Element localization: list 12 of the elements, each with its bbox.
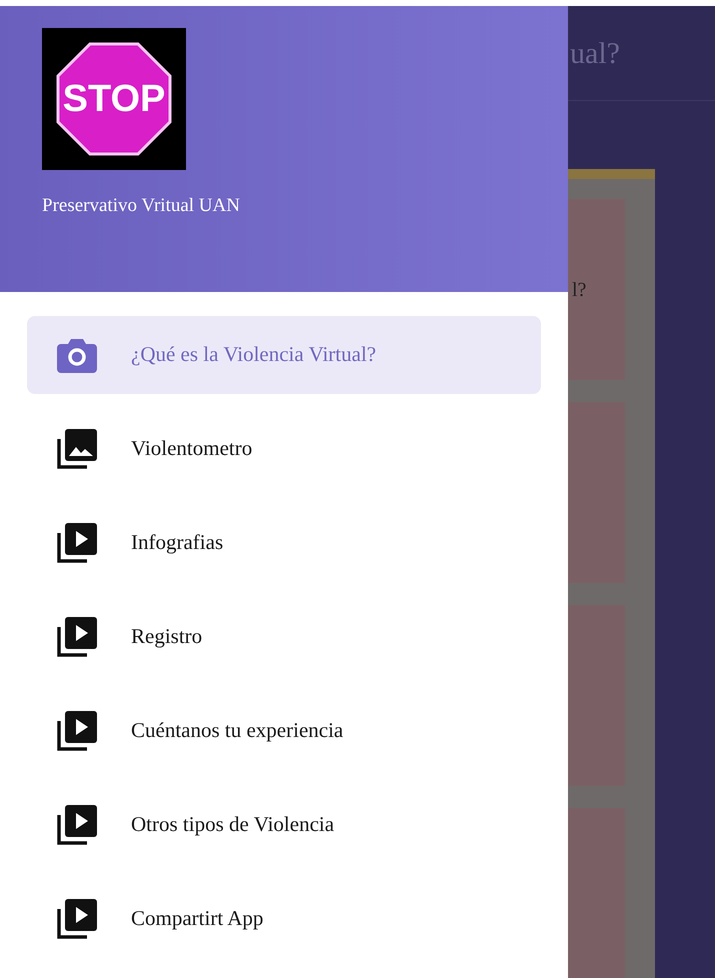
video-library-icon <box>57 805 97 845</box>
video-library-icon <box>57 711 97 751</box>
menu-item[interactable]: ¿Qué es la Violencia Virtual? <box>27 316 541 394</box>
stop-logo: STOP <box>42 28 186 170</box>
app-name: Preservativo Vritual UAN <box>42 194 240 218</box>
card-text: l? <box>572 278 586 302</box>
video-library-icon <box>57 617 97 657</box>
screen-title: ual? <box>570 36 620 72</box>
video-library-icon <box>57 523 97 563</box>
camera-icon <box>57 337 97 373</box>
video-library-icon <box>57 899 97 939</box>
photo-library-icon <box>57 429 97 469</box>
